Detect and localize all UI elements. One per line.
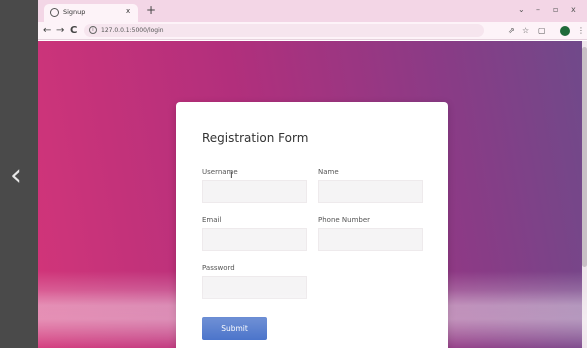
screen: ‹ Signup x + ⌄ – ▫ x ← → C i 127.0.0.1:5…: [0, 0, 587, 348]
scrollbar-thumb[interactable]: [582, 47, 587, 267]
tab-search-icon[interactable]: ⌄: [518, 4, 525, 16]
address-bar-row: ← → C i 127.0.0.1:5000/login ⇗ ☆ ▢ ⋮: [38, 22, 587, 40]
back-icon[interactable]: ←: [43, 24, 51, 37]
form-title: Registration Form: [202, 131, 309, 145]
page-viewport: Registration Form Username Name Email Ph…: [38, 41, 587, 348]
minimize-icon[interactable]: –: [536, 4, 540, 16]
forward-icon[interactable]: →: [56, 24, 64, 37]
submit-button[interactable]: Submit: [202, 317, 267, 340]
name-input[interactable]: [318, 180, 423, 203]
password-input[interactable]: [202, 276, 307, 299]
left-navigation-strip: ‹: [0, 0, 38, 348]
text-cursor-icon: I: [230, 171, 233, 181]
registration-card: Registration Form Username Name Email Ph…: [176, 102, 448, 348]
phone-number-label: Phone Number: [318, 216, 371, 224]
phone-number-input[interactable]: [318, 228, 423, 251]
menu-icon[interactable]: ⋮: [577, 25, 585, 36]
username-input[interactable]: [202, 180, 307, 203]
close-window-icon[interactable]: x: [571, 4, 576, 16]
password-label: Password: [202, 264, 235, 272]
chevron-left-icon[interactable]: ‹: [10, 158, 32, 194]
tab-bar: Signup x + ⌄ – ▫ x: [38, 0, 587, 22]
star-icon[interactable]: ☆: [522, 25, 529, 36]
globe-icon: [50, 8, 59, 17]
tab-close-icon[interactable]: x: [126, 6, 130, 16]
reload-icon[interactable]: C: [70, 24, 77, 37]
tab-title: Signup: [63, 8, 86, 16]
name-label: Name: [318, 168, 339, 176]
email-input[interactable]: [202, 228, 307, 251]
maximize-icon[interactable]: ▫: [553, 4, 558, 16]
sidebar-icon[interactable]: ▢: [538, 25, 546, 36]
browser-window: Signup x + ⌄ – ▫ x ← → C i 127.0.0.1:500…: [38, 0, 587, 348]
profile-avatar[interactable]: [560, 26, 570, 36]
email-label: Email: [202, 216, 222, 224]
scrollbar[interactable]: [582, 41, 587, 348]
tab-signup[interactable]: Signup x: [44, 4, 138, 22]
share-icon[interactable]: ⇗: [508, 25, 515, 36]
new-tab-button[interactable]: +: [146, 3, 156, 17]
url-text: 127.0.0.1:5000/login: [101, 27, 164, 34]
url-input[interactable]: i 127.0.0.1:5000/login: [84, 24, 484, 37]
info-icon[interactable]: i: [89, 26, 97, 34]
